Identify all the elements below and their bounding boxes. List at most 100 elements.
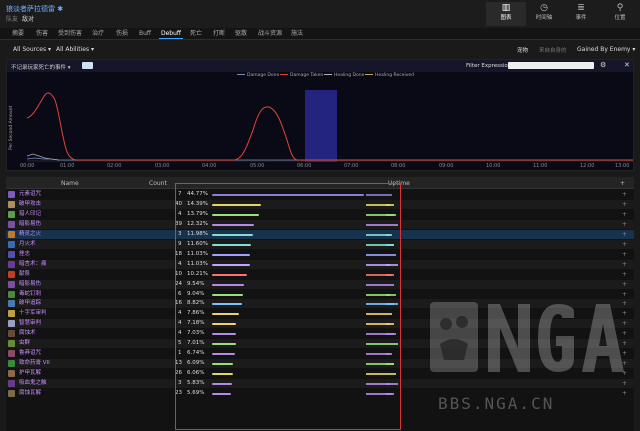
spell-name[interactable]: 月火术 [19, 241, 36, 248]
table-row[interactable]: 吸血鬼之触 3 5.83% + [6, 379, 634, 389]
uptime-bar [212, 233, 253, 236]
nav-timeline[interactable]: ◷ 时间轴 [524, 2, 564, 26]
chart-icon: ▥ [501, 3, 511, 13]
spell-name[interactable]: 精灵之火 [19, 231, 41, 238]
table-row[interactable]: 猎人印记 4 13.79% + [6, 210, 634, 219]
abilities-dropdown[interactable]: All Abilities ▾ [56, 46, 94, 53]
spell-name[interactable]: 智慧审判 [19, 320, 41, 327]
sources-dropdown[interactable]: All Sources ▾ [13, 46, 51, 53]
pets-toggle[interactable]: 宠物 [517, 46, 528, 54]
expand-row-button[interactable]: + [622, 201, 627, 208]
clock-icon: ◷ [540, 3, 548, 13]
table-row[interactable]: 破甲攻击 40 14.39% + [6, 199, 634, 209]
spell-name[interactable]: 护甲瓦解 [19, 370, 41, 377]
uptime-bar [212, 293, 243, 296]
count-cell: 24 [175, 280, 182, 287]
tab-damage-taken[interactable]: 受到伤害 [56, 29, 84, 39]
spell-name[interactable]: 鲁莽诅咒 [19, 350, 41, 357]
self-toggle[interactable]: 来自自身的 [539, 46, 567, 54]
uptime-bar [212, 323, 237, 326]
expand-row-button[interactable]: + [622, 380, 627, 387]
table-row[interactable]: 月火术 9 11.60% + [6, 239, 634, 249]
col-uptime[interactable]: Uptime [388, 180, 410, 187]
tab-interrupts[interactable]: 打断 [211, 29, 227, 39]
spell-name[interactable]: 十字军审判 [19, 310, 47, 317]
spell-name[interactable]: 猎人印记 [19, 211, 41, 218]
tab-casts[interactable]: 施法 [289, 29, 305, 39]
tab-resources[interactable]: 战斗资源 [256, 29, 284, 39]
spell-name[interactable]: 致命药膏 VII [19, 360, 50, 367]
col-plus[interactable]: + [620, 180, 625, 187]
expand-row-button[interactable]: + [622, 211, 627, 218]
uptime-segment [386, 203, 394, 206]
encounter-title[interactable]: 狼淡者萨拉德雷 ✱ [6, 4, 63, 14]
gained-by-dropdown[interactable]: Gained By Enemy ▾ [577, 46, 635, 53]
spell-icon [8, 350, 15, 358]
col-count[interactable]: Count [149, 180, 167, 187]
uptime-percent: 14.39% [187, 200, 208, 207]
uptime-segment [386, 233, 392, 236]
expand-row-button[interactable]: + [622, 291, 627, 298]
spell-name[interactable]: 虫群 [19, 340, 30, 347]
uptime-segment [386, 393, 392, 395]
table-row[interactable]: 挫志 18 11.03% + [6, 250, 634, 259]
uptime-segment [386, 243, 394, 246]
spell-name[interactable]: 暗影易伤 [19, 221, 41, 228]
expand-row-button[interactable]: + [622, 281, 627, 288]
graph-plot[interactable] [7, 60, 633, 170]
spell-name[interactable]: 挫志 [19, 251, 30, 258]
tab-buffs[interactable]: Buff [137, 29, 153, 39]
expand-row-button[interactable]: + [622, 191, 627, 198]
spell-name[interactable]: 腐蚀术 [19, 330, 36, 337]
uptime-percent: 6.74% [187, 350, 205, 357]
table-row[interactable]: 暗影易伤 24 9.54% + [6, 279, 634, 289]
expand-row-button[interactable]: + [622, 251, 627, 258]
uptime-bar [212, 343, 236, 346]
uptime-segment [386, 283, 394, 286]
tab-deaths[interactable]: 死亡 [188, 29, 204, 39]
uptime-percent: 5.69% [187, 390, 205, 396]
x-tick: 12:00 [580, 163, 595, 169]
expand-row-button[interactable]: + [622, 390, 627, 397]
tab-damage[interactable]: 伤害 [34, 29, 50, 39]
expand-row-button[interactable]: + [622, 241, 627, 248]
spell-icon [8, 300, 15, 308]
spell-name[interactable]: 暗言术：痛 [19, 261, 47, 268]
table-row[interactable]: 献祭 10 10.21% + [6, 270, 634, 279]
expand-row-button[interactable]: + [622, 261, 627, 268]
expand-row-button[interactable]: + [622, 221, 627, 228]
col-name[interactable]: Name [61, 180, 79, 187]
nav-events[interactable]: ≣ 事件 [561, 2, 601, 26]
spell-icon [8, 260, 15, 268]
table-row[interactable]: 精灵之火 3 11.98% + [6, 229, 634, 239]
nav-location[interactable]: ⚲ 位置 [600, 2, 640, 26]
tab-healing[interactable]: 治疗 [90, 29, 106, 39]
spell-icon [8, 220, 15, 228]
spell-name[interactable]: 破甲追踪 [19, 300, 41, 307]
table-row[interactable]: 暗言术：痛 4 11.03% + [6, 259, 634, 269]
tab-dispels[interactable]: 驱散 [233, 29, 249, 39]
uptime-bar [212, 223, 254, 226]
spell-name[interactable]: 破甲攻击 [19, 201, 41, 208]
count-cell: 39 [175, 220, 182, 227]
uptime-percent: 10.21% [187, 270, 208, 277]
tab-debuffs[interactable]: Debuff [159, 29, 184, 39]
count-cell: 10 [175, 270, 182, 277]
table-row[interactable]: 元素诅咒 7 44.77% + [6, 190, 634, 199]
count-cell: 4 [178, 260, 182, 267]
expand-row-button[interactable]: + [622, 231, 627, 238]
spell-name[interactable]: 献祭 [19, 271, 30, 278]
spell-name[interactable]: 元素诅咒 [19, 191, 41, 198]
expand-row-button[interactable]: + [622, 271, 627, 278]
spell-name[interactable]: 吸血鬼之触 [19, 380, 47, 387]
table-row[interactable]: 暗影易伤 39 12.32% + [6, 219, 634, 229]
tab-summary[interactable]: 摘要 [10, 29, 26, 39]
spell-icon [8, 310, 15, 318]
spell-name[interactable]: 腐蚀瓦解 [19, 390, 41, 397]
uptime-segment [366, 343, 386, 346]
spell-name[interactable]: 毒蛇钉刺 [19, 291, 41, 298]
nav-charts[interactable]: ▥ 图表 [486, 2, 526, 26]
uptime-segment [386, 353, 392, 356]
spell-name[interactable]: 暗影易伤 [19, 281, 41, 288]
tab-mitigation[interactable]: 伤损 [114, 29, 130, 39]
